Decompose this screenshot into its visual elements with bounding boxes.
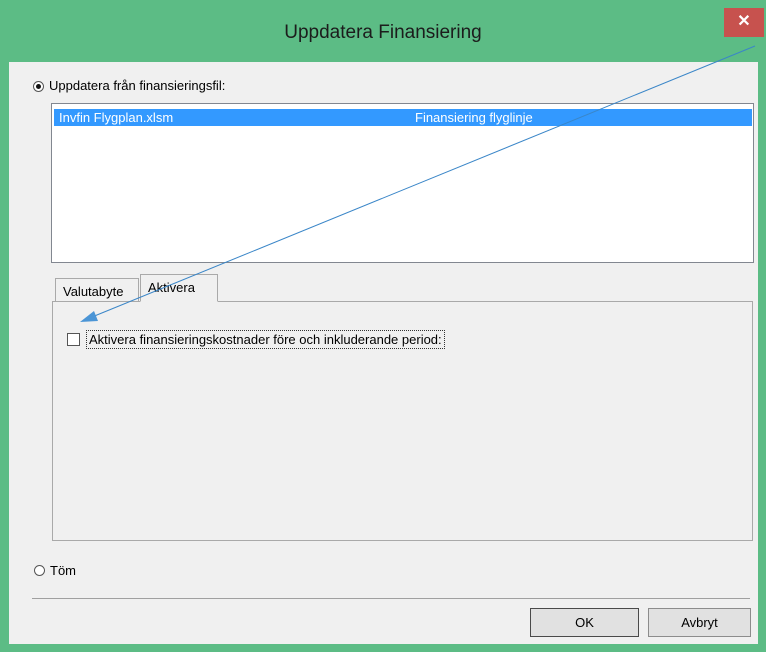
dialog-window: Uppdatera Finansiering ✕ Uppdatera från …: [0, 0, 766, 652]
title-bar[interactable]: Uppdatera Finansiering ✕: [0, 0, 766, 62]
tab-aktivera[interactable]: Aktivera: [140, 274, 218, 302]
financing-file-list[interactable]: Invfin Flygplan.xlsm Finansiering flygli…: [51, 103, 754, 263]
empty-label[interactable]: Töm: [50, 563, 76, 578]
update-from-file-radio[interactable]: [33, 81, 44, 92]
cancel-button[interactable]: Avbryt: [648, 608, 751, 637]
tab-label: Valutabyte: [63, 284, 124, 299]
close-icon: ✕: [737, 13, 751, 30]
file-description: Finansiering flyglinje: [415, 110, 533, 125]
tab-label: Aktivera: [148, 280, 195, 295]
activate-costs-checkbox[interactable]: [67, 333, 80, 346]
dialog-title: Uppdatera Finansiering: [284, 22, 482, 43]
update-from-file-label[interactable]: Uppdatera från finansieringsfil:: [49, 78, 225, 93]
ok-button[interactable]: OK: [530, 608, 639, 637]
close-button[interactable]: ✕: [724, 8, 764, 37]
tab-valutabyte[interactable]: Valutabyte: [55, 278, 139, 301]
empty-radio[interactable]: [34, 565, 45, 576]
activate-costs-label[interactable]: Aktivera finansieringskostnader före och…: [86, 330, 445, 349]
file-name: Invfin Flygplan.xlsm: [59, 110, 174, 125]
divider: [32, 598, 750, 599]
list-item[interactable]: Invfin Flygplan.xlsm Finansiering flygli…: [54, 109, 752, 126]
dialog-body: Uppdatera från finansieringsfil: Invfin …: [9, 62, 758, 644]
